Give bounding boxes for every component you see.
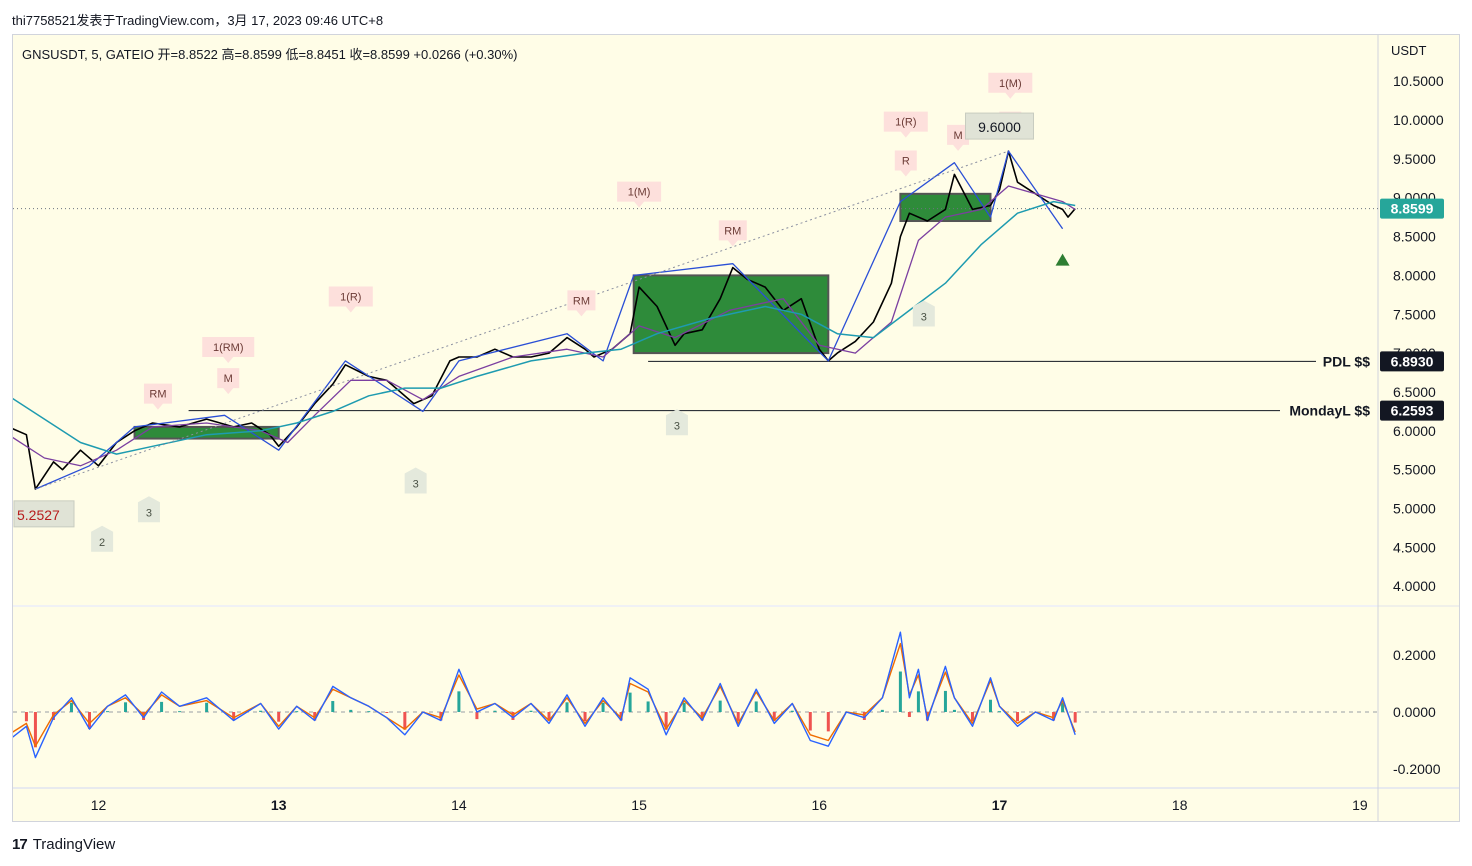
y-tick-label: 5.0000 [1393,501,1436,517]
tradingview-logo[interactable]: 17 TradingView [12,836,115,853]
pdl-level-label: PDL $$ [1323,353,1370,369]
oscillator-histogram-bar [808,712,812,731]
y-tick-label: 4.5000 [1393,539,1436,555]
axis-currency-label: USDT [1391,43,1426,58]
mondayl-level-label: MondayL $$ [1289,403,1370,419]
wave-count-text: 3 [413,479,419,491]
oscillator-histogram-bar [601,702,605,712]
oscillator-y-tick-label: 0.2000 [1393,647,1436,663]
oscillator-histogram-bar [907,712,911,717]
x-tick-label: 15 [631,797,647,813]
tradingview-brand-text: TradingView [32,836,116,853]
oscillator-histogram-bar [646,701,650,712]
oscillator-histogram-bar [403,712,407,730]
pattern-label-text: 1(R) [895,117,916,129]
oscillator-histogram-bar [106,711,110,713]
chart-canvas[interactable]: RM1(RM)M1(R)RM1(M)RM1(R)RM1(M)M323339.60… [0,0,1472,866]
oscillator-histogram-bar [24,712,28,722]
oscillator-histogram-bar [457,691,461,712]
oscillator-histogram-bar [295,711,299,713]
oscillator-histogram-bar [124,702,128,712]
last-price-tag-text: 8.8599 [1391,201,1434,217]
oscillator-histogram-bar [529,710,533,712]
x-tick-label: 17 [992,797,1008,813]
oscillator-histogram-bar [259,710,263,712]
pattern-label-text: R [902,156,910,168]
pattern-label-text: M [224,373,233,385]
pattern-label-text: RM [724,225,741,237]
wave-count-text: 3 [674,420,680,432]
pattern-label-text: 1(R) [340,291,361,303]
x-tick-label: 14 [451,797,467,813]
oscillator-histogram-bar [331,701,335,712]
chart-legend: GNSUSDT, 5, GATEIO 开=8.8522 高=8.8599 低=8… [22,47,518,62]
y-tick-label: 10.0000 [1393,112,1444,128]
oscillator-histogram-bar [943,690,947,712]
oscillator-histogram-bar [754,701,758,712]
y-tick-label: 8.5000 [1393,229,1436,245]
x-tick-label: 18 [1172,797,1188,813]
x-tick-label: 12 [91,797,107,813]
y-tick-label: 6.0000 [1393,423,1436,439]
oscillator-histogram-bar [998,711,1001,713]
y-tick-label: 8.0000 [1393,267,1436,283]
y-tick-label: 5.5000 [1393,462,1436,478]
oscillator-histogram-bar [385,712,389,713]
y-tick-label: 9.5000 [1393,151,1436,167]
oscillator-histogram-bar [628,692,632,712]
pattern-label-text: RM [149,389,166,401]
oscillator-y-tick-label: -0.2000 [1393,761,1441,777]
oscillator-histogram-bar [69,702,73,712]
y-tick-label: 10.5000 [1393,73,1444,89]
oscillator-histogram-bar [367,711,371,713]
low-price-label: 5.2527 [17,507,60,523]
y-tick-label: 7.5000 [1393,306,1436,322]
wave-count-text: 3 [146,507,152,519]
high-price-label: 9.6000 [978,119,1021,135]
x-tick-label: 16 [812,797,828,813]
oscillator-histogram-bar [160,701,164,712]
oscillator-histogram-bar [952,709,956,712]
pattern-label-text: RM [573,295,590,307]
wave-count-text: 3 [921,311,927,323]
y-tick-label: 4.0000 [1393,578,1436,594]
oscillator-histogram-bar [583,712,587,722]
oscillator-histogram-bar [898,671,902,712]
oscillator-histogram-bar [790,710,794,712]
mondayl-price-tag-text: 6.2593 [1391,403,1434,419]
oscillator-histogram-bar [349,709,353,712]
oscillator-histogram-bar [682,702,686,712]
x-tick-label: 13 [271,797,287,813]
oscillator-histogram-bar [1073,712,1077,723]
oscillator-histogram-bar [880,709,884,712]
pattern-label-text: M [953,130,962,142]
time-axis-background [13,789,1459,821]
oscillator-histogram-bar [493,710,497,712]
oscillator-y-tick-label: 0.0000 [1393,704,1436,720]
oscillator-histogram-bar [916,691,920,712]
oscillator-histogram-bar [988,699,992,712]
pdl-price-tag-text: 6.8930 [1391,353,1434,369]
oscillator-histogram-bar [178,711,182,713]
oscillator-histogram-bar [718,700,722,712]
oscillator-histogram-bar [1016,712,1020,722]
oscillator-histogram-bar [277,712,281,722]
oscillator-pane-background [13,607,1378,787]
oscillator-histogram-bar [7,712,10,731]
oscillator-histogram-bar [205,702,209,712]
wave-count-text: 2 [99,537,105,549]
oscillator-histogram-bar [565,702,569,712]
x-tick-label: 19 [1352,797,1368,813]
oscillator-histogram-bar [826,712,830,732]
pattern-label-text: 1(M) [999,78,1022,90]
y-tick-label: 6.5000 [1393,384,1436,400]
pattern-label-text: 1(M) [628,187,651,199]
tradingview-logo-icon: 17 [12,836,28,853]
pattern-label-text: 1(RM) [213,342,244,354]
oscillator-histogram-bar [475,712,479,720]
